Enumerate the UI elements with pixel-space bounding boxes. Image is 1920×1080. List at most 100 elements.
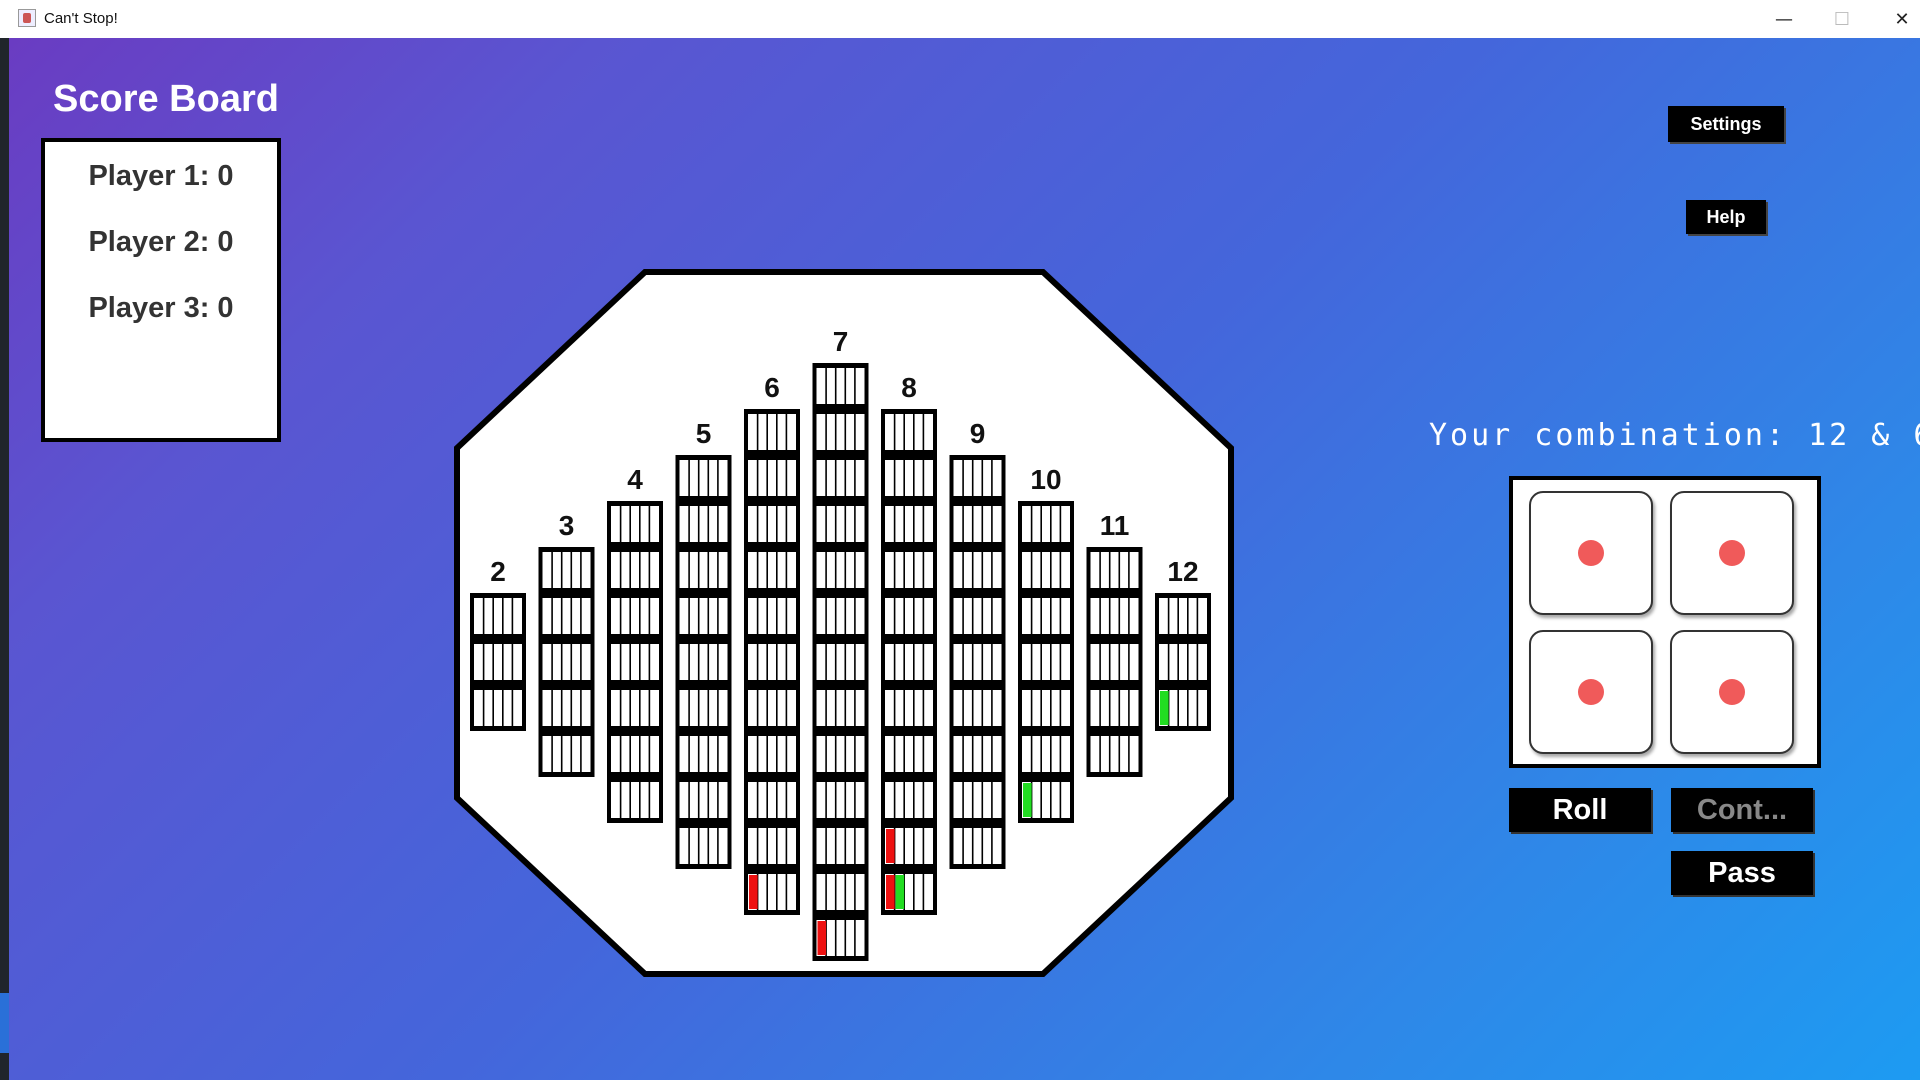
column-7-cell-6 [816,690,865,726]
marker-red [817,921,827,955]
title-bar: Can't Stop! — ☐ ✕ [0,0,1920,38]
roll-button[interactable]: Roll [1509,788,1651,832]
column-10-cell-4 [1022,644,1070,680]
column-4-cell-5 [611,598,659,634]
scoreboard: Player 1: 0 Player 2: 0 Player 3: 0 [41,138,281,442]
column-11-cell-3 [1090,644,1139,680]
combination-text: Your combination: 12 & 6 [1429,418,1920,453]
die-3 [1529,630,1653,754]
column-7-cell-9 [816,552,865,588]
column-7-cell-10 [816,506,865,542]
column-10-cell-3 [1022,690,1070,726]
column-2-cell-3 [474,598,522,634]
column-5-cell-4 [679,690,728,726]
column-10-cell-7 [1022,506,1070,542]
die-pip [1578,540,1604,566]
column-label: 12 [1167,556,1198,587]
column-8-cell-11 [885,414,933,450]
column-4-cell-7 [611,506,659,542]
column-9-cell-7 [953,552,1002,588]
die-pip [1578,679,1604,705]
marker-green [895,875,905,909]
column-6-cell-11 [748,414,796,450]
column-11-cell-2 [1090,690,1139,726]
column-10-cell-6 [1022,552,1070,588]
column-label: 10 [1030,464,1061,495]
column-4-cell-6 [611,552,659,588]
column-4-cell-1 [611,782,659,818]
die-1 [1529,491,1653,615]
column-label: 4 [627,464,643,495]
column-10-cell-5 [1022,598,1070,634]
column-label: 11 [1100,510,1130,541]
column-7-cell-13 [816,368,865,404]
column-8-cell-5 [885,690,933,726]
column-label: 9 [970,418,986,449]
settings-button[interactable]: Settings [1668,106,1784,142]
app-window: Can't Stop! — ☐ ✕ Score Board Player 1: … [0,0,1920,1080]
column-9-cell-8 [953,506,1002,542]
column-3-cell-1 [542,736,591,772]
column-label: 3 [559,510,575,541]
column-6-cell-7 [748,598,796,634]
column-8-cell-10 [885,460,933,496]
column-5-cell-5 [679,644,728,680]
column-3-cell-2 [542,690,591,726]
column-9-cell-3 [953,736,1002,772]
column-8-cell-3 [885,782,933,818]
column-6-cell-2 [748,828,796,864]
column-8-cell-8 [885,552,933,588]
column-11-cell-5 [1090,552,1139,588]
column-11: 11 [1086,510,1143,777]
column-7-cell-12 [816,414,865,450]
column-6-cell-10 [748,460,796,496]
die-pip [1719,679,1745,705]
column-4-cell-2 [611,736,659,772]
column-2-cell-1 [474,690,522,726]
minimize-icon[interactable]: — [1756,0,1812,38]
pass-button[interactable]: Pass [1671,851,1813,895]
column-9-cell-2 [953,782,1002,818]
java-app-icon [18,9,36,27]
scoreboard-title: Score Board [53,78,279,120]
column-9-cell-9 [953,460,1002,496]
help-button[interactable]: Help [1686,200,1766,234]
marker-red [886,875,895,909]
column-5: 5 [675,418,732,869]
marker-green [1023,783,1032,817]
column-11-cell-4 [1090,598,1139,634]
game-board: 2 3 4 5 6 7 8 9 10 11 12 [454,269,1234,977]
column-6-cell-9 [748,506,796,542]
close-icon[interactable]: ✕ [1874,0,1920,38]
column-5-cell-3 [679,736,728,772]
column-9: 9 [949,418,1006,869]
maximize-icon[interactable]: ☐ [1814,0,1870,38]
column-9-cell-6 [953,598,1002,634]
column-label: 5 [696,418,712,449]
column-label: 2 [490,556,506,587]
column-12-cell-2 [1159,644,1207,680]
game-panel: Score Board Player 1: 0 Player 2: 0 Play… [9,38,1920,1080]
column-2-cell-2 [474,644,522,680]
column-8-cell-7 [885,598,933,634]
column-3: 3 [538,510,595,777]
column-5-cell-6 [679,598,728,634]
column-7-cell-3 [816,828,865,864]
column-label: 7 [833,326,849,357]
column-7-cell-2 [816,874,865,910]
die-4 [1670,630,1794,754]
column-11-cell-1 [1090,736,1139,772]
column-4-cell-3 [611,690,659,726]
cont-button[interactable]: Cont... [1671,788,1813,832]
marker-red [749,875,758,909]
column-6-cell-3 [748,782,796,818]
column-8-cell-6 [885,644,933,680]
column-6-cell-5 [748,690,796,726]
marker-red [886,829,895,863]
window-title: Can't Stop! [44,10,118,27]
column-7: 7 [812,326,869,961]
player-1-score: Player 1: 0 [88,160,234,192]
column-9-cell-5 [953,644,1002,680]
column-label: 8 [901,372,917,403]
column-7-cell-8 [816,598,865,634]
